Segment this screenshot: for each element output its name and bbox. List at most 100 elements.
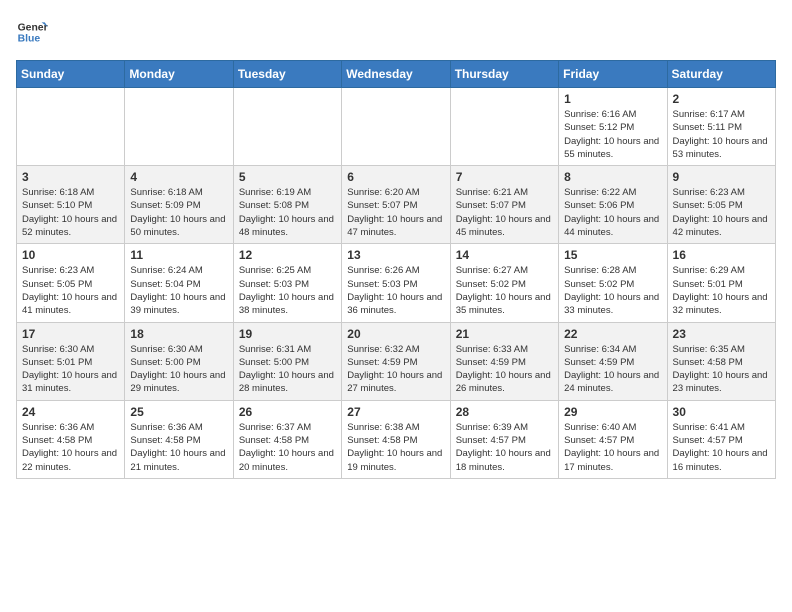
calendar-cell: 19 Sunrise: 6:31 AM Sunset: 5:00 PM Dayli… [233, 322, 341, 400]
calendar-cell: 17 Sunrise: 6:30 AM Sunset: 5:01 PM Dayli… [17, 322, 125, 400]
calendar-week-row: 10 Sunrise: 6:23 AM Sunset: 5:05 PM Dayli… [17, 244, 776, 322]
calendar-cell: 30 Sunrise: 6:41 AM Sunset: 4:57 PM Dayli… [667, 400, 775, 478]
day-number: 10 [22, 248, 119, 262]
day-info: Sunrise: 6:23 AM Sunset: 5:05 PM Dayligh… [22, 264, 119, 317]
day-info: Sunrise: 6:30 AM Sunset: 5:01 PM Dayligh… [22, 343, 119, 396]
calendar-cell: 1Sunrise: 6:16 AM Sunset: 5:12 PM Daylig… [559, 88, 667, 166]
day-number: 3 [22, 170, 119, 184]
logo-icon: General Blue [16, 16, 48, 48]
day-info: Sunrise: 6:38 AM Sunset: 4:58 PM Dayligh… [347, 421, 444, 474]
calendar-cell: 12 Sunrise: 6:25 AM Sunset: 5:03 PM Dayli… [233, 244, 341, 322]
day-number: 12 [239, 248, 336, 262]
day-info: Sunrise: 6:29 AM Sunset: 5:01 PM Dayligh… [673, 264, 770, 317]
day-info: Sunrise: 6:30 AM Sunset: 5:00 PM Dayligh… [130, 343, 227, 396]
day-info: Sunrise: 6:41 AM Sunset: 4:57 PM Dayligh… [673, 421, 770, 474]
day-number: 7 [456, 170, 553, 184]
weekday-label: Sunday [17, 61, 125, 88]
day-number: 20 [347, 327, 444, 341]
day-info: Sunrise: 6:26 AM Sunset: 5:03 PM Dayligh… [347, 264, 444, 317]
calendar-cell: 20Sunrise: 6:32 AM Sunset: 4:59 PM Dayli… [342, 322, 450, 400]
calendar-cell: 10 Sunrise: 6:23 AM Sunset: 5:05 PM Dayli… [17, 244, 125, 322]
day-number: 19 [239, 327, 336, 341]
day-number: 1 [564, 92, 661, 106]
calendar-week-row: 1Sunrise: 6:16 AM Sunset: 5:12 PM Daylig… [17, 88, 776, 166]
calendar-cell: 22 Sunrise: 6:34 AM Sunset: 4:59 PM Dayli… [559, 322, 667, 400]
day-info: Sunrise: 6:34 AM Sunset: 4:59 PM Dayligh… [564, 343, 661, 396]
day-number: 4 [130, 170, 227, 184]
calendar-cell: 16 Sunrise: 6:29 AM Sunset: 5:01 PM Dayli… [667, 244, 775, 322]
day-number: 5 [239, 170, 336, 184]
calendar-cell [125, 88, 233, 166]
calendar-cell: 14 Sunrise: 6:27 AM Sunset: 5:02 PM Dayli… [450, 244, 558, 322]
day-info: Sunrise: 6:22 AM Sunset: 5:06 PM Dayligh… [564, 186, 661, 239]
day-number: 16 [673, 248, 770, 262]
calendar-cell: 23 Sunrise: 6:35 AM Sunset: 4:58 PM Dayli… [667, 322, 775, 400]
calendar-cell [342, 88, 450, 166]
weekday-header-row: SundayMondayTuesdayWednesdayThursdayFrid… [17, 61, 776, 88]
weekday-label: Saturday [667, 61, 775, 88]
calendar-cell: 9 Sunrise: 6:23 AM Sunset: 5:05 PM Daylig… [667, 166, 775, 244]
day-number: 25 [130, 405, 227, 419]
day-number: 2 [673, 92, 770, 106]
calendar-cell: 8 Sunrise: 6:22 AM Sunset: 5:06 PM Daylig… [559, 166, 667, 244]
day-number: 29 [564, 405, 661, 419]
day-info: Sunrise: 6:20 AM Sunset: 5:07 PM Dayligh… [347, 186, 444, 239]
day-number: 27 [347, 405, 444, 419]
calendar-cell: 13 Sunrise: 6:26 AM Sunset: 5:03 PM Dayli… [342, 244, 450, 322]
day-info: Sunrise: 6:23 AM Sunset: 5:05 PM Dayligh… [673, 186, 770, 239]
day-info: Sunrise: 6:18 AM Sunset: 5:09 PM Dayligh… [130, 186, 227, 239]
calendar-cell: 25 Sunrise: 6:36 AM Sunset: 4:58 PM Dayli… [125, 400, 233, 478]
day-info: Sunrise: 6:31 AM Sunset: 5:00 PM Dayligh… [239, 343, 336, 396]
calendar-cell [233, 88, 341, 166]
calendar-cell: 24 Sunrise: 6:36 AM Sunset: 4:58 PM Dayli… [17, 400, 125, 478]
day-info: Sunrise: 6:25 AM Sunset: 5:03 PM Dayligh… [239, 264, 336, 317]
day-number: 26 [239, 405, 336, 419]
day-info: Sunrise: 6:35 AM Sunset: 4:58 PM Dayligh… [673, 343, 770, 396]
day-number: 24 [22, 405, 119, 419]
day-number: 15 [564, 248, 661, 262]
calendar-week-row: 24 Sunrise: 6:36 AM Sunset: 4:58 PM Dayli… [17, 400, 776, 478]
day-number: 9 [673, 170, 770, 184]
logo: General Blue [16, 16, 52, 48]
calendar-table: SundayMondayTuesdayWednesdayThursdayFrid… [16, 60, 776, 479]
day-number: 17 [22, 327, 119, 341]
day-info: Sunrise: 6:33 AM Sunset: 4:59 PM Dayligh… [456, 343, 553, 396]
day-info: Sunrise: 6:21 AM Sunset: 5:07 PM Dayligh… [456, 186, 553, 239]
calendar-cell [450, 88, 558, 166]
calendar-week-row: 3Sunrise: 6:18 AM Sunset: 5:10 PM Daylig… [17, 166, 776, 244]
calendar-cell: 21 Sunrise: 6:33 AM Sunset: 4:59 PM Dayli… [450, 322, 558, 400]
calendar-week-row: 17 Sunrise: 6:30 AM Sunset: 5:01 PM Dayli… [17, 322, 776, 400]
day-number: 11 [130, 248, 227, 262]
calendar-cell: 3Sunrise: 6:18 AM Sunset: 5:10 PM Daylig… [17, 166, 125, 244]
calendar-cell: 7 Sunrise: 6:21 AM Sunset: 5:07 PM Daylig… [450, 166, 558, 244]
day-info: Sunrise: 6:24 AM Sunset: 5:04 PM Dayligh… [130, 264, 227, 317]
calendar-body: 1Sunrise: 6:16 AM Sunset: 5:12 PM Daylig… [17, 88, 776, 479]
day-info: Sunrise: 6:36 AM Sunset: 4:58 PM Dayligh… [22, 421, 119, 474]
weekday-label: Monday [125, 61, 233, 88]
calendar-cell: 11 Sunrise: 6:24 AM Sunset: 5:04 PM Dayli… [125, 244, 233, 322]
day-info: Sunrise: 6:17 AM Sunset: 5:11 PM Dayligh… [673, 108, 770, 161]
weekday-label: Friday [559, 61, 667, 88]
svg-text:General: General [18, 22, 48, 33]
day-number: 28 [456, 405, 553, 419]
day-number: 14 [456, 248, 553, 262]
day-info: Sunrise: 6:19 AM Sunset: 5:08 PM Dayligh… [239, 186, 336, 239]
day-number: 8 [564, 170, 661, 184]
calendar-cell: 18Sunrise: 6:30 AM Sunset: 5:00 PM Dayli… [125, 322, 233, 400]
page-header: General Blue [16, 16, 776, 48]
day-number: 22 [564, 327, 661, 341]
day-info: Sunrise: 6:37 AM Sunset: 4:58 PM Dayligh… [239, 421, 336, 474]
day-number: 21 [456, 327, 553, 341]
weekday-label: Tuesday [233, 61, 341, 88]
calendar-cell [17, 88, 125, 166]
svg-text:Blue: Blue [18, 34, 41, 45]
calendar-cell: 6Sunrise: 6:20 AM Sunset: 5:07 PM Daylig… [342, 166, 450, 244]
day-number: 13 [347, 248, 444, 262]
day-info: Sunrise: 6:36 AM Sunset: 4:58 PM Dayligh… [130, 421, 227, 474]
day-info: Sunrise: 6:27 AM Sunset: 5:02 PM Dayligh… [456, 264, 553, 317]
calendar-cell: 26 Sunrise: 6:37 AM Sunset: 4:58 PM Dayli… [233, 400, 341, 478]
day-info: Sunrise: 6:28 AM Sunset: 5:02 PM Dayligh… [564, 264, 661, 317]
day-number: 30 [673, 405, 770, 419]
calendar-cell: 2 Sunrise: 6:17 AM Sunset: 5:11 PM Daylig… [667, 88, 775, 166]
day-number: 23 [673, 327, 770, 341]
